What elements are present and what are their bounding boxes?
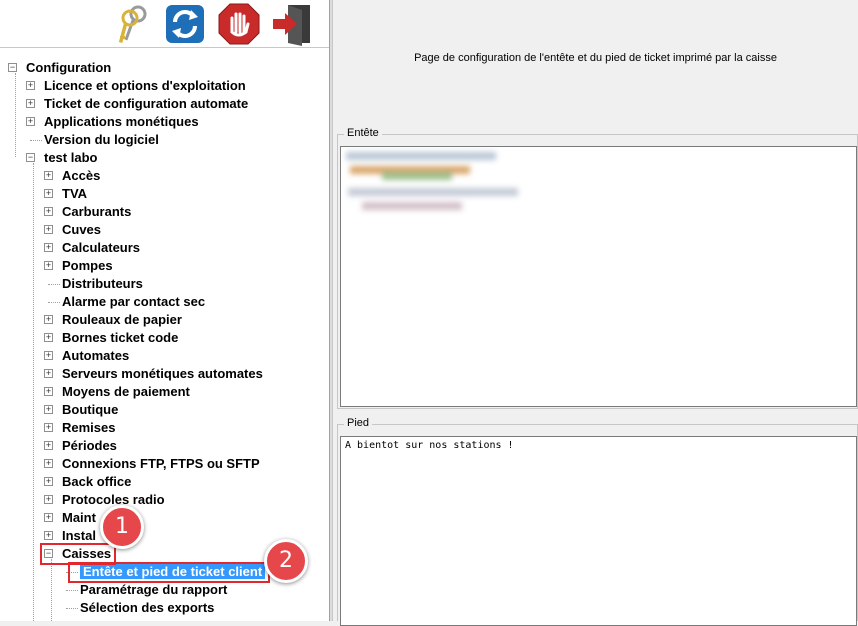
tree-label-maint: Maint [62, 510, 96, 525]
tree-label-test-labo: test labo [44, 150, 98, 165]
tree-expander-boutique[interactable]: + [44, 405, 53, 414]
tree-label-configuration: Configuration [26, 60, 112, 75]
tree-expander-test-labo[interactable]: − [26, 153, 35, 162]
tree-label-parametrage-du-rapport: Paramétrage du rapport [80, 582, 228, 597]
tree-label-ticket-de-configuration-automate: Ticket de configuration automate [44, 96, 249, 111]
tree-label-periodes: Périodes [62, 438, 117, 453]
tree-label-pompes: Pompes [62, 258, 113, 273]
tree-item-alarme-par-contact-sec[interactable]: Alarme par contact sec [62, 293, 205, 311]
toolbar [0, 0, 329, 48]
tree-expander-acces[interactable]: + [44, 171, 53, 180]
tree-item-configuration[interactable]: Configuration [26, 59, 111, 77]
tree-expander-pompes[interactable]: + [44, 261, 53, 270]
tree-label-instal: Instal [62, 528, 96, 543]
tree-expander-configuration[interactable]: − [8, 63, 17, 72]
tree-item-pompes[interactable]: Pompes [62, 257, 113, 275]
tree-label-rouleaux-de-papier: Rouleaux de papier [62, 312, 182, 327]
tree-item-licence-et-options-d-exploitation[interactable]: Licence et options d'exploitation [44, 77, 246, 95]
tree-item-periodes[interactable]: Périodes [62, 437, 117, 455]
tree-item-acces[interactable]: Accès [62, 167, 100, 185]
tree-label-calculateurs: Calculateurs [62, 240, 141, 255]
tree-expander-bornes-ticket-code[interactable]: + [44, 333, 53, 342]
tree-item-tva[interactable]: TVA [62, 185, 87, 203]
tree-item-moyens-de-paiement[interactable]: Moyens de paiement [62, 383, 190, 401]
tree-label-bornes-ticket-code: Bornes ticket code [62, 330, 179, 345]
tree-item-automates[interactable]: Automates [62, 347, 129, 365]
footer-textarea[interactable]: A bientot sur nos stations ! [340, 436, 857, 626]
tree-expander-automates[interactable]: + [44, 351, 53, 360]
footer-group-title: Pied [344, 417, 373, 429]
tree-label-licence-et-options-d-exploitation: Licence et options d'exploitation [44, 78, 246, 93]
tree-expander-applications-monetiques[interactable]: + [26, 117, 35, 126]
tree-label-applications-monetiques: Applications monétiques [44, 114, 199, 129]
tree-item-remises[interactable]: Remises [62, 419, 115, 437]
tree-expander-cuves[interactable]: + [44, 225, 53, 234]
tree-expander-maint[interactable]: + [44, 513, 53, 522]
tree-label-version-du-logiciel: Version du logiciel [44, 132, 159, 147]
tree-item-parametrage-du-rapport[interactable]: Paramétrage du rapport [80, 581, 227, 599]
tree-expander-carburants[interactable]: + [44, 207, 53, 216]
tree-label-remises: Remises [62, 420, 116, 435]
tree-item-applications-monetiques[interactable]: Applications monétiques [44, 113, 199, 131]
tree-item-boutique[interactable]: Boutique [62, 401, 118, 419]
tree-item-back-office[interactable]: Back office [62, 473, 131, 491]
tree-label-automates: Automates [62, 348, 130, 363]
tree-expander-rouleaux-de-papier[interactable]: + [44, 315, 53, 324]
step-badge-1: 1 [100, 505, 144, 549]
page-description: Page de configuration de l'entête et du … [414, 52, 777, 64]
tree-item-connexions-ftp-ftps-ou-sftp[interactable]: Connexions FTP, FTPS ou SFTP [62, 455, 260, 473]
tree-label-carburants: Carburants [62, 204, 132, 219]
tree-expander-calculateurs[interactable]: + [44, 243, 53, 252]
tree-expander-instal[interactable]: + [44, 531, 53, 540]
tree-label-boutique: Boutique [62, 402, 119, 417]
tree-label-serveurs-monetiques-automates: Serveurs monétiques automates [62, 366, 263, 381]
header-groupbox: Entête [337, 127, 858, 409]
tree-item-selection-des-exports[interactable]: Sélection des exports [80, 599, 214, 617]
tree-expander-serveurs-monetiques-automates[interactable]: + [44, 369, 53, 378]
tree-label-back-office: Back office [62, 474, 132, 489]
tree-label-tva: TVA [62, 186, 88, 201]
tree-expander-moyens-de-paiement[interactable]: + [44, 387, 53, 396]
blurred-header-content [342, 148, 535, 214]
tree-item-version-du-logiciel[interactable]: Version du logiciel [44, 131, 159, 149]
tree-expander-ticket-de-configuration-automate[interactable]: + [26, 99, 35, 108]
tree-expander-periodes[interactable]: + [44, 441, 53, 450]
tree-expander-tva[interactable]: + [44, 189, 53, 198]
tree-item-carburants[interactable]: Carburants [62, 203, 131, 221]
footer-groupbox: Pied A bientot sur nos stations ! [337, 417, 858, 626]
tree-expander-remises[interactable]: + [44, 423, 53, 432]
tree-label-cuves: Cuves [62, 222, 102, 237]
tree-item-ticket-de-configuration-automate[interactable]: Ticket de configuration automate [44, 95, 248, 113]
header-group-title: Entête [344, 127, 382, 139]
tree-label-protocoles-radio: Protocoles radio [62, 492, 165, 507]
tree-item-calculateurs[interactable]: Calculateurs [62, 239, 140, 257]
header-textarea[interactable] [340, 146, 857, 407]
tree-item-rouleaux-de-papier[interactable]: Rouleaux de papier [62, 311, 182, 329]
exit-icon[interactable] [270, 2, 314, 46]
keys-icon[interactable] [110, 2, 154, 46]
refresh-icon[interactable] [163, 2, 207, 46]
tree-label-alarme-par-contact-sec: Alarme par contact sec [62, 294, 206, 309]
tree-expander-licence-et-options-d-exploitation[interactable]: + [26, 81, 35, 90]
step-badge-2: 2 [264, 539, 308, 583]
tree-label-acces: Accès [62, 168, 101, 183]
tree-expander-back-office[interactable]: + [44, 477, 53, 486]
tree-item-cuves[interactable]: Cuves [62, 221, 101, 239]
tree-label-distributeurs: Distributeurs [62, 276, 143, 291]
tree-item-test-labo[interactable]: test labo [44, 149, 97, 167]
config-tree: − Configuration + Licence et options d'expl… [0, 59, 329, 621]
navigation-pane: − Configuration + Licence et options d'expl… [0, 0, 329, 621]
tree-item-bornes-ticket-code[interactable]: Bornes ticket code [62, 329, 178, 347]
highlight-entete-box [68, 562, 270, 583]
tree-label-connexions-ftp-ftps-ou-sftp: Connexions FTP, FTPS ou SFTP [62, 456, 260, 471]
stop-icon[interactable] [217, 2, 261, 46]
tree-item-maint[interactable]: Maint [62, 509, 96, 527]
content-pane: Page de configuration de l'entête et du … [333, 0, 858, 626]
tree-label-selection-des-exports: Sélection des exports [80, 600, 215, 615]
tree-label-moyens-de-paiement: Moyens de paiement [62, 384, 190, 399]
tree-item-serveurs-monetiques-automates[interactable]: Serveurs monétiques automates [62, 365, 263, 383]
tree-expander-protocoles-radio[interactable]: + [44, 495, 53, 504]
tree-expander-connexions-ftp-ftps-ou-sftp[interactable]: + [44, 459, 53, 468]
tree-item-distributeurs[interactable]: Distributeurs [62, 275, 143, 293]
